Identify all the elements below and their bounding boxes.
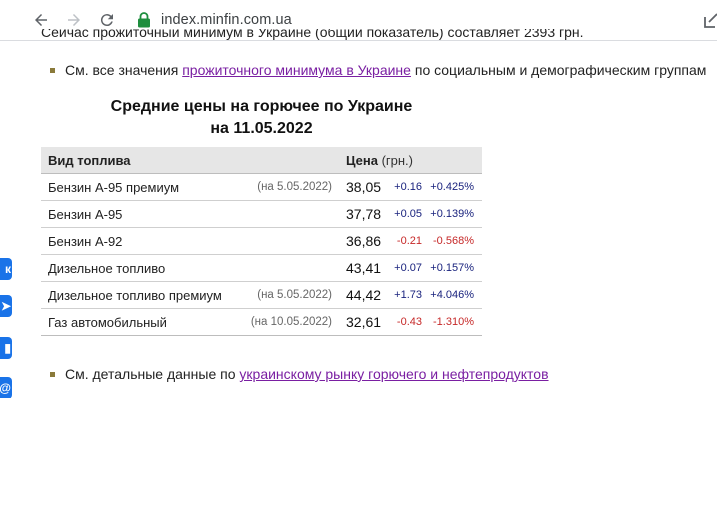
price-change-percent: -1.310% — [424, 308, 482, 336]
fuel-name: Бензин А-92 — [41, 227, 228, 255]
blank-area — [0, 398, 717, 518]
header-price: Цена (грн.) — [346, 147, 482, 174]
intro-cut-line: Сейчас прожиточный минимум в Украине (об… — [41, 29, 584, 40]
table-row: Бензин А-95 37,78 +0.05 +0.139% — [41, 200, 482, 228]
header-fuel-type: Вид топлива — [41, 147, 346, 174]
bullet-marker — [50, 67, 55, 73]
url-text: index.minfin.com.ua — [161, 12, 292, 28]
price-date — [228, 227, 346, 255]
bullet-marker — [50, 371, 55, 377]
price-change-percent: -0.568% — [424, 227, 482, 255]
table-row: Газ автомобильный (на 10.05.2022) 32,61 -0.… — [41, 308, 482, 336]
price-date — [228, 200, 346, 228]
vk-icon: к — [4, 262, 11, 276]
share-icon — [704, 13, 717, 28]
fuel-price: 44,42 — [346, 281, 390, 309]
telegram-icon: ➤ — [0, 299, 11, 313]
price-change: +0.07 — [390, 254, 424, 282]
price-change: +0.05 — [390, 200, 424, 228]
arrow-right-icon — [68, 14, 80, 26]
fuel-name: Газ автомобильный — [41, 308, 228, 336]
price-change-percent: +0.139% — [424, 200, 482, 228]
price-date: (на 5.05.2022) — [228, 173, 346, 201]
fuel-price: 32,61 — [346, 308, 390, 336]
stats-share-button[interactable]: ▮ — [0, 337, 12, 359]
mail-icon: @ — [0, 381, 11, 395]
share-button[interactable] — [701, 10, 717, 30]
page-title: Средние цены на горючее по Украине на 11… — [110, 98, 413, 137]
reload-icon — [100, 14, 113, 27]
bullet-fuel-market: См. детальные данные по украинскому рынк… — [50, 366, 549, 382]
fuel-name: Бензин А-95 — [41, 200, 228, 228]
price-date: (на 5.05.2022) — [228, 281, 346, 309]
table-row: Дизельное топливо 43,41 +0.07 +0.157% — [41, 254, 482, 282]
telegram-share-button[interactable]: ➤ — [0, 295, 12, 317]
fuel-market-link[interactable]: украинскому рынку горючего и нефтепродук… — [239, 366, 548, 382]
price-change: -0.21 — [390, 227, 424, 255]
fuel-name: Бензин А-95 премиум — [41, 173, 228, 201]
price-date: (на 10.05.2022) — [228, 308, 346, 336]
fuel-name: Дизельное топливо премиум — [41, 281, 228, 309]
arrow-left-icon — [35, 14, 47, 26]
bullet-living-wage: См. все значения прожиточного минимума в… — [50, 62, 706, 78]
table-row: Бензин А-92 36,86 -0.21 -0.568% — [41, 227, 482, 255]
price-date — [228, 254, 346, 282]
fuel-price: 43,41 — [346, 254, 390, 282]
fuel-table-body: Бензин А-95 премиум (на 5.05.2022) 38,05 +0… — [41, 173, 482, 336]
price-change-percent: +0.157% — [424, 254, 482, 282]
table-row: Дизельное топливо премиум (на 5.05.2022) 4… — [41, 281, 482, 309]
table-header-row: Вид топлива Цена (грн.) — [41, 147, 482, 174]
fuel-price-table: Вид топлива Цена (грн.) Бензин А-95 прем… — [41, 147, 482, 336]
vk-share-button[interactable]: к — [0, 258, 12, 280]
mail-share-button[interactable]: @ — [0, 377, 12, 399]
price-change: +1.73 — [390, 281, 424, 309]
stats-icon: ▮ — [4, 341, 11, 355]
price-change-percent: +0.425% — [424, 173, 482, 201]
living-wage-link[interactable]: прожиточного минимума в Украине — [182, 62, 411, 78]
fuel-price: 37,78 — [346, 200, 390, 228]
lock-icon — [138, 12, 150, 28]
fuel-price: 38,05 — [346, 173, 390, 201]
price-change-percent: +4.046% — [424, 281, 482, 309]
price-change: -0.43 — [390, 308, 424, 336]
price-change: +0.16 — [390, 173, 424, 201]
fuel-price: 36,86 — [346, 227, 390, 255]
table-row: Бензин А-95 премиум (на 5.05.2022) 38,05 +0… — [41, 173, 482, 201]
fuel-name: Дизельное топливо — [41, 254, 228, 282]
